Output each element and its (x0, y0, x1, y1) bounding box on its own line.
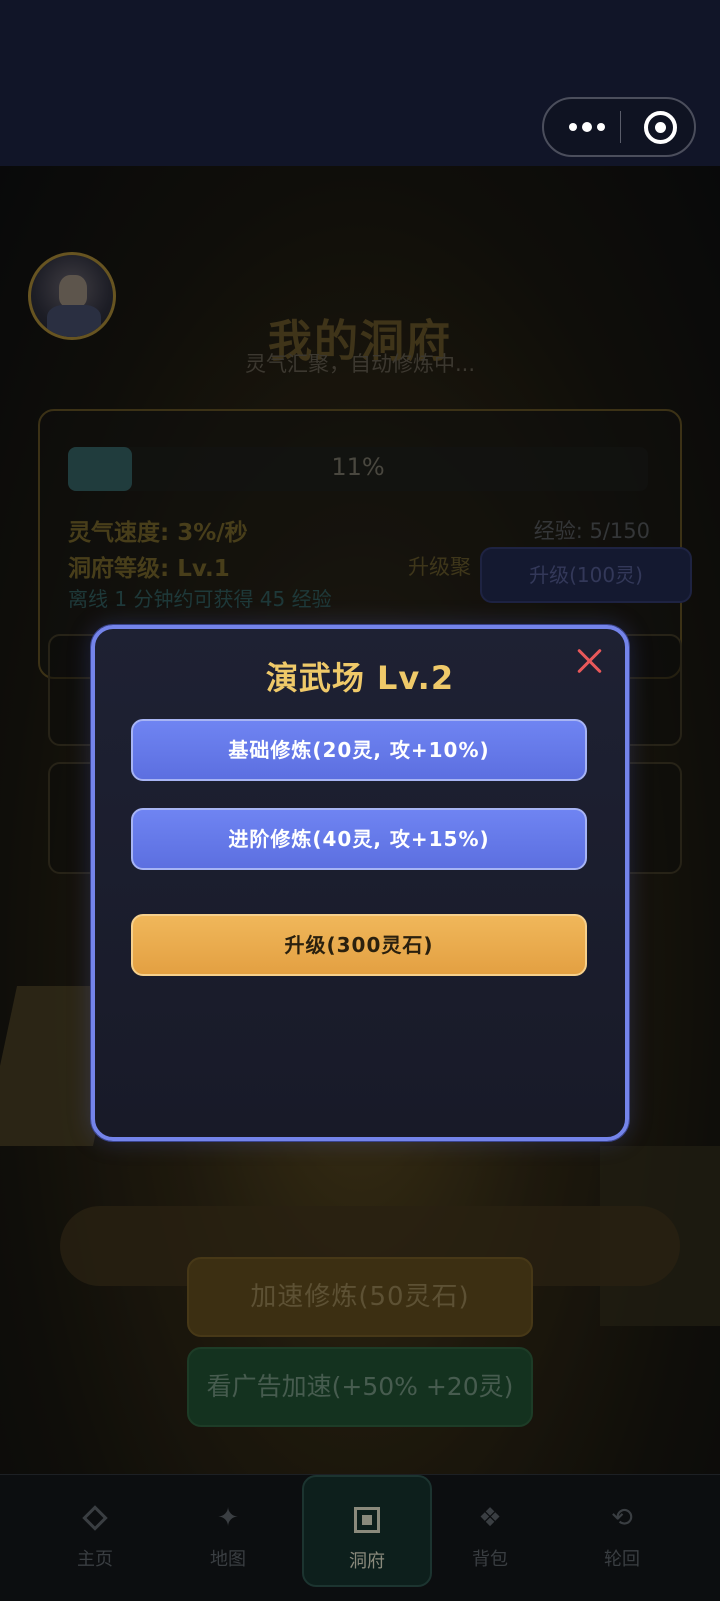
top-bar (0, 0, 720, 166)
training-ground-dialog: 演武场 Lv.2 基础修炼(20灵, 攻+10%) 进阶修炼(40灵, 攻+15… (91, 625, 629, 1141)
capsule-divider (620, 111, 621, 143)
diamond-icon (80, 1503, 110, 1533)
upgrade-building-button[interactable]: 升级(300灵石) (131, 914, 587, 976)
cave-square-icon (352, 1505, 382, 1535)
nav-item-bag[interactable]: ❖ 背包 (425, 1475, 555, 1601)
nav-label: 地图 (210, 1549, 246, 1570)
grid-dots-icon: ❖ (478, 1503, 502, 1533)
advanced-training-button[interactable]: 进阶修炼(40灵, 攻+15%) (131, 808, 587, 870)
basic-training-button[interactable]: 基础修炼(20灵, 攻+10%) (131, 719, 587, 781)
sparkle-icon: ✦ (217, 1503, 239, 1533)
cycle-icon: ⟲ (611, 1503, 633, 1533)
nav-label: 主页 (77, 1549, 113, 1570)
nav-label: 背包 (472, 1549, 508, 1570)
bottom-nav: 主页 ✦ 地图 洞府 ❖ 背包 ⟲ 轮回 (0, 1474, 720, 1601)
close-icon[interactable] (573, 645, 607, 679)
more-dots-icon[interactable] (562, 113, 612, 141)
dialog-title: 演武场 Lv.2 (265, 659, 455, 697)
nav-item-map[interactable]: ✦ 地图 (163, 1475, 293, 1601)
nav-label: 轮回 (604, 1549, 640, 1570)
nav-item-cave[interactable]: 洞府 (302, 1475, 432, 1587)
nav-label: 洞府 (349, 1551, 385, 1572)
target-circle-icon[interactable] (644, 111, 677, 144)
nav-item-reincarnation[interactable]: ⟲ 轮回 (557, 1475, 687, 1601)
capsule-menu (542, 97, 696, 157)
nav-item-home[interactable]: 主页 (30, 1475, 160, 1601)
